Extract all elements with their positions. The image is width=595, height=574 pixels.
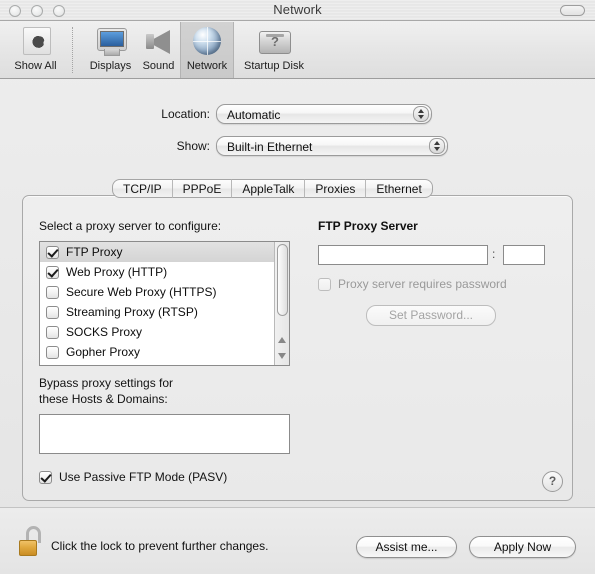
toolbar-item-label: Sound — [142, 60, 175, 72]
bypass-label-line1: Bypass proxy settings for — [39, 376, 174, 390]
toolbar-item-displays[interactable]: Displays — [77, 22, 144, 78]
proxy-list-heading: Select a proxy server to configure: — [39, 219, 222, 233]
network-globe-icon — [190, 25, 224, 59]
tab-ethernet[interactable]: Ethernet — [366, 179, 433, 198]
passive-ftp-label: Use Passive FTP Mode (PASV) — [59, 470, 228, 484]
show-value: Built-in Ethernet — [227, 140, 313, 154]
toolbar-separator — [72, 27, 73, 73]
proxy-checkbox[interactable] — [46, 286, 59, 299]
tab-strip: TCP/IP PPPoE AppleTalk Proxies Ethernet — [112, 179, 433, 198]
location-value: Automatic — [227, 108, 281, 122]
requires-password-checkbox — [318, 278, 331, 291]
network-preferences-window: Network Show All Displays Sound Network … — [0, 0, 595, 574]
passive-ftp-row[interactable]: Use Passive FTP Mode (PASV) — [39, 470, 227, 484]
list-item[interactable]: SOCKS Proxy — [40, 322, 289, 342]
list-item[interactable]: Gopher Proxy — [40, 342, 289, 362]
help-button[interactable]: ? — [542, 471, 563, 492]
chevron-updown-icon — [413, 106, 429, 122]
apply-now-button[interactable]: Apply Now — [469, 536, 576, 558]
lock-hint-text: Click the lock to prevent further change… — [51, 539, 269, 553]
toolbar-item-label: Network — [186, 60, 228, 72]
proxy-checkbox[interactable] — [46, 246, 59, 259]
requires-password-label: Proxy server requires password — [338, 277, 507, 291]
list-item-label: Secure Web Proxy (HTTPS) — [66, 285, 217, 299]
list-item[interactable]: Streaming Proxy (RTSP) — [40, 302, 289, 322]
passive-ftp-checkbox[interactable] — [39, 471, 52, 484]
show-popup[interactable]: Built-in Ethernet — [216, 136, 448, 156]
ftp-proxy-host-input[interactable] — [318, 245, 488, 265]
show-all-icon — [19, 25, 53, 59]
startup-disk-icon: ? — [257, 25, 291, 59]
toolbar-item-label: Startup Disk — [244, 60, 304, 72]
scroll-down-arrow-icon[interactable] — [278, 353, 286, 359]
proxy-list[interactable]: FTP Proxy Web Proxy (HTTP) Secure Web Pr… — [39, 241, 290, 366]
tab-appletalk[interactable]: AppleTalk — [232, 179, 306, 198]
toolbar-toggle-button[interactable] — [560, 5, 585, 16]
tab-pppoe[interactable]: PPPoE — [172, 179, 233, 198]
sound-icon — [143, 25, 175, 59]
title-bar: Network — [0, 0, 595, 21]
window-title: Network — [273, 2, 322, 17]
toolbar-item-label: Show All — [14, 60, 57, 72]
proxy-list-scrollbar[interactable] — [274, 242, 289, 365]
assist-me-button[interactable]: Assist me... — [356, 536, 457, 558]
set-password-button: Set Password... — [366, 305, 496, 326]
list-item[interactable]: Secure Web Proxy (HTTPS) — [40, 282, 289, 302]
bypass-hosts-input[interactable] — [39, 414, 290, 454]
proxy-checkbox[interactable] — [46, 346, 59, 359]
tab-proxies[interactable]: Proxies — [305, 179, 367, 198]
toolbar-item-sound[interactable]: Sound — [135, 22, 182, 78]
ftp-proxy-port-input[interactable] — [503, 245, 545, 265]
proxy-checkbox[interactable] — [46, 326, 59, 339]
list-item-label: Gopher Proxy — [66, 345, 141, 359]
list-item[interactable]: Web Proxy (HTTP) — [40, 262, 289, 282]
proxy-checkbox[interactable] — [46, 306, 59, 319]
scroll-up-arrow-icon[interactable] — [278, 337, 286, 343]
ftp-proxy-server-title: FTP Proxy Server — [318, 219, 418, 233]
location-popup[interactable]: Automatic — [216, 104, 432, 124]
toolbar-item-show-all[interactable]: Show All — [2, 22, 69, 78]
location-label: Location: — [161, 107, 210, 121]
toolbar-item-startup-disk[interactable]: ? Startup Disk — [234, 22, 314, 78]
scrollbar-thumb[interactable] — [277, 244, 288, 316]
unlocked-padlock-icon[interactable] — [18, 526, 44, 556]
toolbar-item-label: Displays — [89, 60, 132, 72]
requires-password-row: Proxy server requires password — [318, 277, 507, 291]
list-item-label: Streaming Proxy (RTSP) — [66, 305, 198, 319]
bypass-label-line2: these Hosts & Domains: — [39, 392, 168, 406]
bypass-label: Bypass proxy settings for these Hosts & … — [39, 375, 173, 407]
host-port-separator: : — [492, 247, 496, 261]
list-item-label: SOCKS Proxy — [66, 325, 143, 339]
tab-tcpip[interactable]: TCP/IP — [112, 179, 173, 198]
show-label: Show: — [176, 139, 210, 153]
list-item[interactable]: FTP Proxy — [40, 242, 289, 262]
toolbar: Show All Displays Sound Network ? Startu… — [0, 21, 595, 79]
chevron-updown-icon — [429, 138, 445, 154]
list-item-label: Web Proxy (HTTP) — [66, 265, 168, 279]
proxy-checkbox[interactable] — [46, 266, 59, 279]
displays-icon — [94, 25, 128, 59]
toolbar-item-network[interactable]: Network — [180, 22, 234, 78]
list-item-label: FTP Proxy — [66, 245, 123, 259]
